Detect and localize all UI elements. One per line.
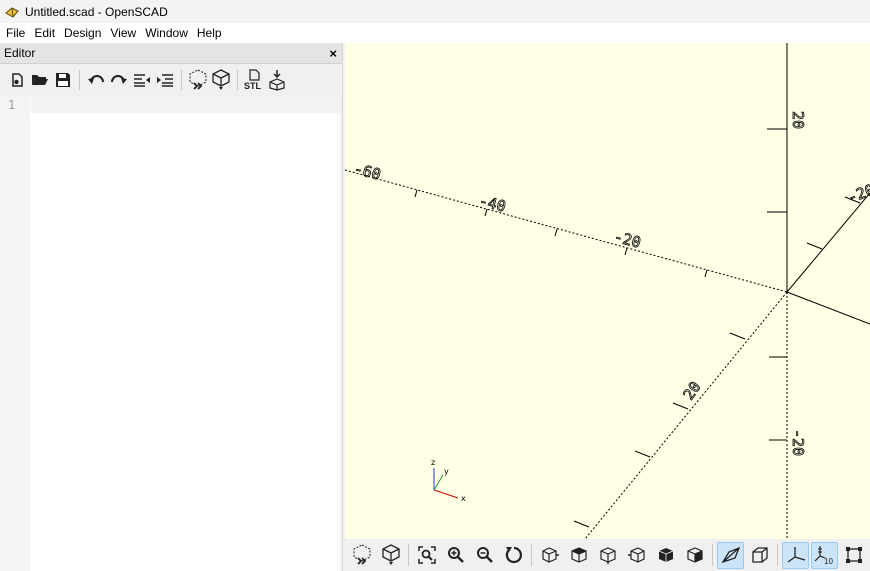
toolbar-separator [777, 544, 778, 566]
3d-viewport[interactable]: -60 -40 -20 20 -20 20 -20 x y z [345, 43, 870, 539]
svg-text:10: 10 [824, 557, 833, 565]
undo-icon[interactable] [85, 68, 107, 92]
show-scale-markers-icon[interactable]: 10 [811, 541, 838, 569]
editor-dock: Editor × STL 1 [0, 43, 343, 571]
show-edges-icon[interactable] [840, 542, 867, 569]
show-axes-icon[interactable] [782, 541, 809, 569]
view-right-icon[interactable] [536, 542, 563, 569]
toolbar-separator [531, 544, 532, 566]
orthogonal-icon[interactable] [746, 542, 773, 569]
view-bottom-icon[interactable] [594, 542, 621, 569]
send-to-3d-print-icon[interactable] [266, 68, 288, 92]
view-front-icon[interactable] [652, 542, 679, 569]
axis-label: 20 [789, 111, 807, 129]
toolbar-separator [408, 544, 409, 566]
openscad-logo-icon [5, 6, 19, 18]
axis-labels: -60 -40 -20 20 -20 20 -20 [352, 111, 870, 457]
window-title: Untitled.scad - OpenSCAD [25, 4, 168, 19]
editor-dock-title: Editor [4, 46, 36, 60]
gizmo-x-label: x [461, 494, 466, 503]
menu-edit[interactable]: Edit [30, 23, 59, 43]
axes-orientation-gizmo: x y z [431, 458, 466, 503]
title-bar: Untitled.scad - OpenSCAD [0, 0, 870, 23]
view-back-icon[interactable] [681, 542, 708, 569]
toolbar-separator [237, 69, 238, 90]
open-file-icon[interactable] [29, 68, 51, 92]
x-axis-negative [345, 169, 788, 293]
render-icon[interactable] [210, 68, 232, 92]
axis-label: -20 [845, 181, 870, 207]
new-file-icon[interactable] [6, 68, 28, 92]
preview-icon[interactable] [348, 542, 375, 569]
axis-label: -60 [352, 159, 383, 183]
y-axis-ticks [573, 196, 861, 528]
toolbar-separator [79, 69, 80, 90]
editor-toolbar: STL [0, 64, 342, 95]
axis-label: -20 [612, 227, 643, 251]
x-axis-positive [786, 291, 870, 325]
x-axis-ticks [414, 189, 708, 278]
gizmo-z-label: z [431, 458, 435, 467]
z-axis-ticks [767, 128, 787, 441]
line-number-gutter: 1 [0, 96, 30, 571]
redo-icon[interactable] [108, 68, 130, 92]
viewport-canvas: -60 -40 -20 20 -20 20 -20 x y z [345, 43, 870, 539]
y-axis-positive [786, 192, 870, 293]
indent-icon[interactable] [154, 68, 176, 92]
zoom-in-icon[interactable] [442, 542, 469, 569]
unindent-icon[interactable] [131, 68, 153, 92]
menu-help[interactable]: Help [193, 23, 226, 43]
export-stl-icon[interactable]: STL [243, 68, 265, 92]
toolbar-separator [181, 69, 182, 90]
menu-window[interactable]: Window [141, 23, 192, 43]
render-icon[interactable] [377, 542, 404, 569]
view-top-icon[interactable] [565, 542, 592, 569]
view-toolbar: 10 [343, 539, 870, 571]
menu-view[interactable]: View [106, 23, 140, 43]
line-number: 1 [8, 98, 16, 112]
y-axis-negative [584, 291, 788, 539]
svg-text:STL: STL [244, 81, 262, 91]
view-all-icon[interactable] [413, 542, 440, 569]
code-editor[interactable]: 1 [0, 96, 340, 571]
save-icon[interactable] [52, 68, 74, 92]
axis-label: -20 [789, 429, 807, 456]
close-editor-button[interactable]: × [329, 46, 337, 61]
reset-view-icon[interactable] [500, 542, 527, 569]
zoom-out-icon[interactable] [471, 542, 498, 569]
view-left-icon[interactable] [623, 542, 650, 569]
editor-dock-header: Editor × [0, 43, 342, 64]
axis-label: 20 [680, 378, 705, 403]
preview-icon[interactable] [187, 68, 209, 92]
axis-label: -40 [477, 191, 508, 215]
perspective-icon[interactable] [717, 541, 744, 569]
toolbar-separator [712, 544, 713, 566]
menu-bar: File Edit Design View Window Help [0, 23, 870, 43]
current-line-highlight [31, 96, 340, 113]
menu-file[interactable]: File [2, 23, 29, 43]
gizmo-y-label: y [444, 467, 449, 476]
menu-design[interactable]: Design [60, 23, 105, 43]
